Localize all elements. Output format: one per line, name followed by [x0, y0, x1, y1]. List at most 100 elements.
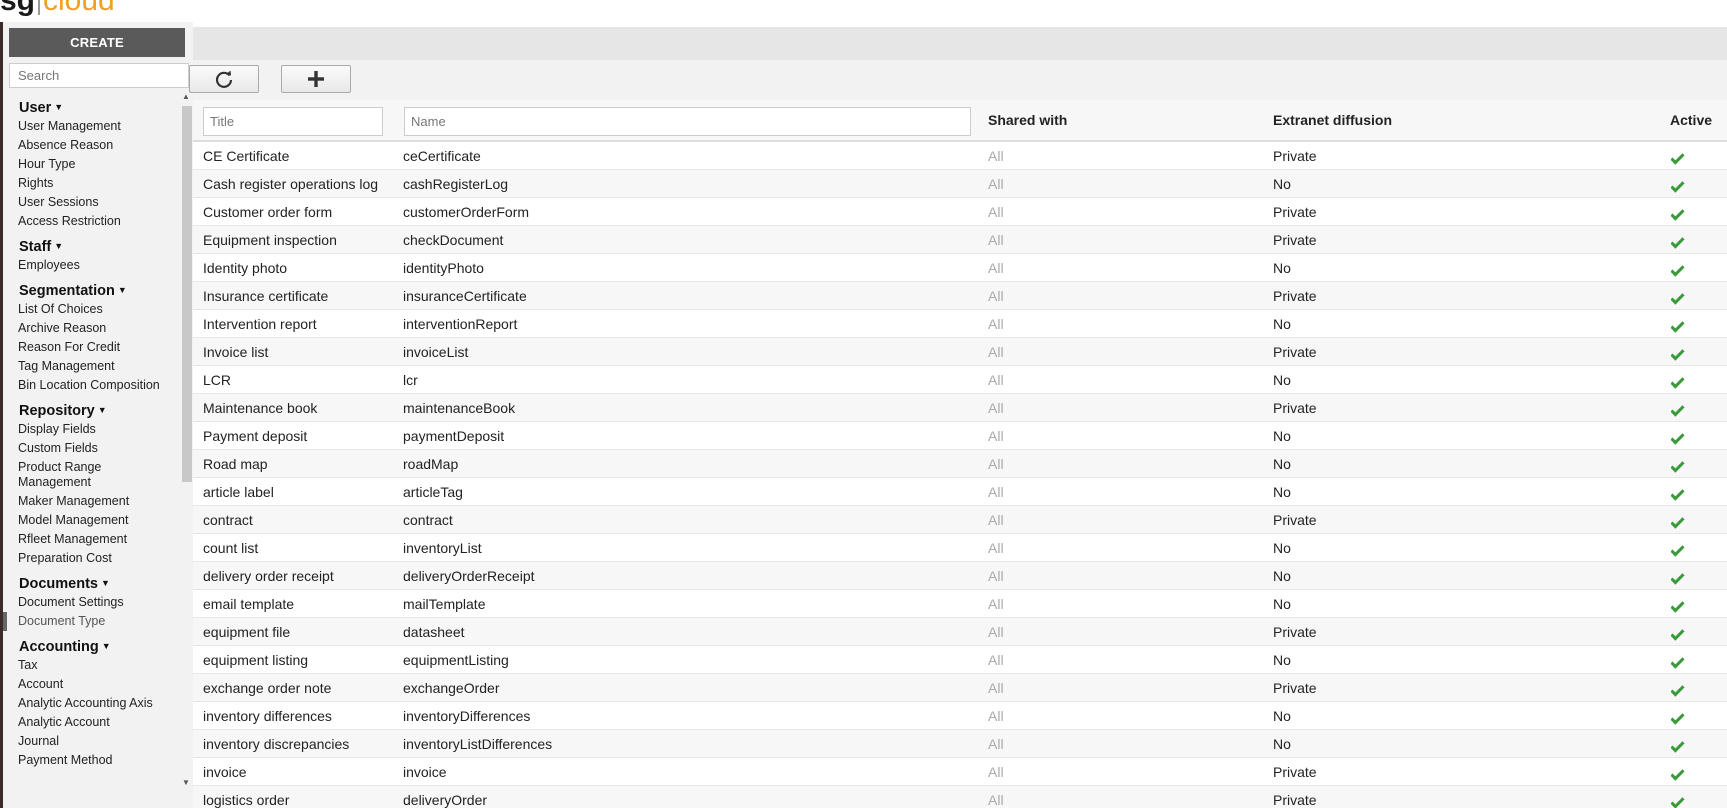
sidebar-item-journal[interactable]: Journal	[3, 732, 179, 751]
caret-down-icon: ▼	[117, 285, 127, 295]
table-row[interactable]: equipment listing equipmentListing All No	[193, 646, 1727, 674]
table-row[interactable]: inventory discrepancies inventoryListDiff…	[193, 730, 1727, 758]
sidebar-item-document-type[interactable]: Document Type	[3, 612, 179, 631]
sidebar-menu: User ▼ User Management Absence Reason Hour T…	[3, 92, 179, 792]
sidebar-group-documents[interactable]: Documents ▼	[3, 574, 179, 593]
table-row[interactable]: Invoice list invoiceList All Private	[193, 338, 1727, 366]
table-row[interactable]: Equipment inspection checkDocument All Priv…	[193, 226, 1727, 254]
sidebar-item-user-sessions[interactable]: User Sessions	[3, 193, 179, 212]
sidebar-item-document-settings[interactable]: Document Settings	[3, 593, 179, 612]
table-row[interactable]: invoice invoice All Private	[193, 758, 1727, 786]
extranet-diffusion-column-header[interactable]: Extranet diffusion	[1273, 100, 1392, 140]
shared-with-cell: All	[988, 708, 1004, 724]
shared-with-column-header[interactable]: Shared with	[988, 100, 1067, 140]
active-cell	[1671, 198, 1711, 226]
sidebar-item-bin-location-composition[interactable]: Bin Location Composition	[3, 376, 179, 395]
extranet-diffusion-cell: Private	[1273, 148, 1317, 164]
app-logo[interactable]: sg cloud	[0, 0, 115, 16]
sidebar-group-accounting[interactable]: Accounting ▼	[3, 637, 179, 656]
table-row[interactable]: article label articleTag All No	[193, 478, 1727, 506]
table-row[interactable]: Customer order form customerOrderForm All P…	[193, 198, 1727, 226]
shared-with-cell: All	[988, 344, 1004, 360]
sidebar-item-model-management[interactable]: Model Management	[3, 511, 179, 530]
table-row[interactable]: CE Certificate ceCertificate All Private	[193, 142, 1727, 170]
sidebar-item-user-management[interactable]: User Management	[3, 117, 179, 136]
name-cell: articleTag	[403, 484, 463, 500]
sidebar-search-input[interactable]	[9, 63, 189, 88]
checkmark-icon	[1671, 794, 1685, 808]
add-button[interactable]	[281, 65, 351, 93]
sidebar-item-preparation-cost[interactable]: Preparation Cost	[3, 549, 179, 568]
create-button[interactable]: CREATE	[9, 28, 185, 57]
sidebar-item-tag-management[interactable]: Tag Management	[3, 357, 179, 376]
table-row[interactable]: equipment file datasheet All Private	[193, 618, 1727, 646]
checkmark-icon	[1671, 710, 1685, 725]
table-row[interactable]: email template mailTemplate All No	[193, 590, 1727, 618]
title-cell: contract	[203, 512, 253, 528]
active-column-header[interactable]: Active	[1670, 100, 1712, 140]
refresh-button[interactable]	[189, 65, 259, 93]
checkmark-icon	[1671, 402, 1685, 417]
sidebar-item-analytic-accounting-axis[interactable]: Analytic Accounting Axis	[3, 694, 179, 713]
table-row[interactable]: Insurance certificate insuranceCertificat…	[193, 282, 1727, 310]
title-cell: Intervention report	[203, 316, 317, 332]
shared-with-cell: All	[988, 652, 1004, 668]
name-filter-input[interactable]	[404, 107, 971, 136]
table-row[interactable]: Identity photo identityPhoto All No	[193, 254, 1727, 282]
table-row[interactable]: Road map roadMap All No	[193, 450, 1727, 478]
table-row[interactable]: exchange order note exchangeOrder All Priva…	[193, 674, 1727, 702]
sidebar-item-archive-reason[interactable]: Archive Reason	[3, 319, 179, 338]
sidebar-item-rfleet-management[interactable]: Rfleet Management	[3, 530, 179, 549]
sidebar-item-product-range-management[interactable]: Product Range Management	[3, 458, 113, 492]
shared-with-cell: All	[988, 512, 1004, 528]
sidebar-item-tax[interactable]: Tax	[3, 656, 179, 675]
sidebar-item-rights[interactable]: Rights	[3, 174, 179, 193]
name-cell: deliveryOrder	[403, 792, 488, 808]
sidebar-group-staff[interactable]: Staff ▼	[3, 237, 179, 256]
name-cell: invoice	[403, 764, 447, 780]
sidebar-group-repository[interactable]: Repository ▼	[3, 401, 179, 420]
caret-down-icon: ▼	[97, 405, 107, 415]
sidebar-item-absence-reason[interactable]: Absence Reason	[3, 136, 179, 155]
extranet-diffusion-cell: Private	[1273, 344, 1317, 360]
table-row[interactable]: Maintenance book maintenanceBook All Privat…	[193, 394, 1727, 422]
table-row[interactable]: count list inventoryList All No	[193, 534, 1727, 562]
table-row[interactable]: LCR lcr All No	[193, 366, 1727, 394]
extranet-diffusion-cell: No	[1273, 260, 1291, 276]
sidebar-item-display-fields[interactable]: Display Fields	[3, 420, 179, 439]
name-cell: customerOrderForm	[403, 204, 530, 220]
sidebar-item-maker-management[interactable]: Maker Management	[3, 492, 179, 511]
active-cell	[1671, 646, 1711, 674]
sidebar-group-label: Staff	[19, 239, 52, 255]
scroll-down-arrow-icon[interactable]: ▼	[182, 778, 190, 787]
sidebar-item-account[interactable]: Account	[3, 675, 179, 694]
table-row[interactable]: Intervention report interventionReport All…	[193, 310, 1727, 338]
sidebar-item-employees[interactable]: Employees	[3, 256, 179, 275]
sidebar-item-reason-for-credit[interactable]: Reason For Credit	[3, 338, 179, 357]
scroll-up-arrow-icon[interactable]: ▲	[182, 92, 190, 101]
sidebar-item-analytic-account[interactable]: Analytic Account	[3, 713, 179, 732]
table-row[interactable]: contract contract All Private	[193, 506, 1727, 534]
scroll-thumb[interactable]	[182, 106, 192, 482]
sidebar-group-segmentation[interactable]: Segmentation ▼	[3, 281, 179, 300]
sidebar-item-payment-method[interactable]: Payment Method	[3, 751, 179, 770]
sidebar-group-user[interactable]: User ▼	[3, 98, 179, 117]
extranet-diffusion-cell: No	[1273, 456, 1291, 472]
checkmark-icon	[1671, 346, 1685, 361]
table-row[interactable]: Payment deposit paymentDeposit All No	[193, 422, 1727, 450]
name-cell: lcr	[403, 372, 418, 388]
sidebar-item-access-restriction[interactable]: Access Restriction	[3, 212, 179, 231]
sidebar-scrollbar[interactable]: ▲ ▼	[180, 92, 192, 792]
table-row[interactable]: logistics order deliveryOrder All Private	[193, 786, 1727, 808]
sidebar-group-label: Documents	[19, 576, 98, 592]
table-row[interactable]: Cash register operations log cashRegister…	[193, 170, 1727, 198]
table-row[interactable]: inventory differences inventoryDifference…	[193, 702, 1727, 730]
sidebar-item-list-of-choices[interactable]: List Of Choices	[3, 300, 179, 319]
main-content: Shared with Extranet diffusion Active CE…	[189, 22, 1727, 808]
sidebar-item-custom-fields[interactable]: Custom Fields	[3, 439, 179, 458]
sidebar-item-hour-type[interactable]: Hour Type	[3, 155, 179, 174]
shared-with-cell: All	[988, 540, 1004, 556]
title-cell: CE Certificate	[203, 148, 290, 164]
table-row[interactable]: delivery order receipt deliveryOrderRecei…	[193, 562, 1727, 590]
title-filter-input[interactable]	[203, 107, 383, 136]
